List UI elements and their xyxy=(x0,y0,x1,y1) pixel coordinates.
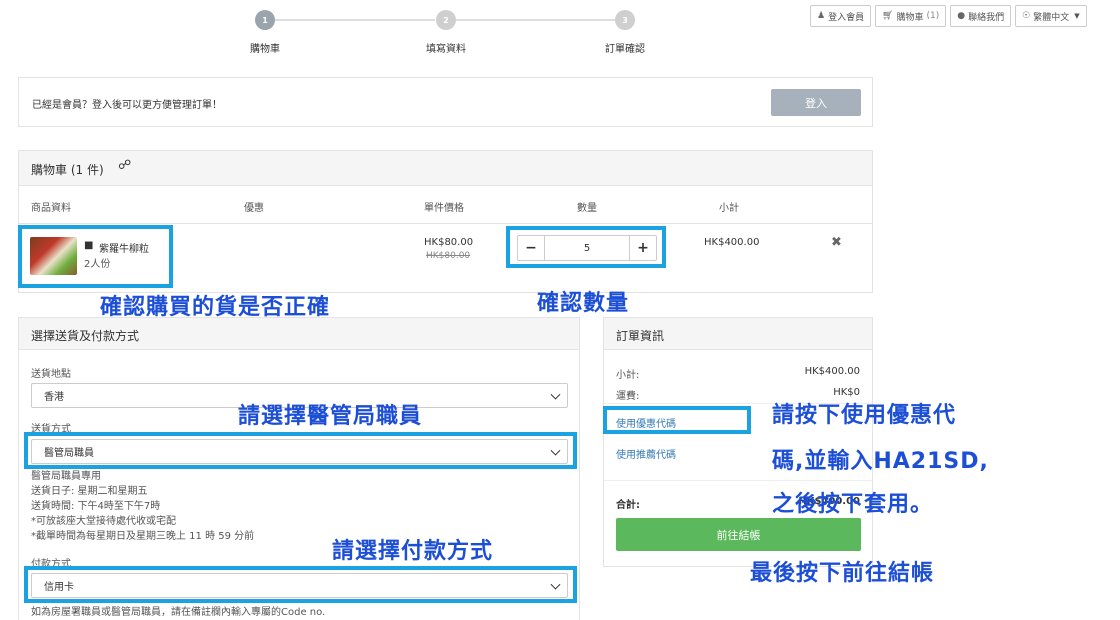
annotation-check-quantity: 確認數量 xyxy=(537,291,630,316)
share-icon[interactable]: ☍ xyxy=(118,158,131,173)
highlight-product xyxy=(18,225,173,288)
caret-down-icon: ▼ xyxy=(1074,12,1080,20)
cart-count: (1) xyxy=(926,11,940,21)
login-member-button[interactable]: ♟ 登入會員 xyxy=(810,5,872,27)
delivery-note: *截單時間為每星期日及星期三晚上 11 時 59 分前 xyxy=(31,531,255,542)
delivery-title: 選擇送貨及付款方式 xyxy=(31,329,140,343)
order-subtotal-label: 小計: xyxy=(616,370,640,381)
step-connector xyxy=(275,19,435,21)
login-member-label: 登入會員 xyxy=(828,12,865,23)
divider xyxy=(604,480,872,481)
header-product: 商品資料 xyxy=(31,203,71,214)
chevron-down-icon xyxy=(550,389,561,400)
annotation-select-staff: 請選擇醫管局職員 xyxy=(238,404,423,429)
highlight-delivery-method xyxy=(24,432,577,469)
cart-header: 購物車 (1 件) ☍ xyxy=(19,151,872,186)
order-title: 訂單資訊 xyxy=(616,329,665,343)
annotation-coupon-line2: 碼,並輸入HA21SD, xyxy=(772,449,989,474)
annotation-select-payment: 請選擇付款方式 xyxy=(332,539,494,564)
cart-label: 購物車 xyxy=(896,12,924,23)
order-panel: 訂單資訊 小計: HK$400.00 運費: HK$0 使用優惠代碼 使用推薦代… xyxy=(603,317,873,567)
highlight-payment-method xyxy=(24,566,577,603)
remove-icon[interactable]: ✖ xyxy=(831,235,842,250)
step-1-label: 購物車 xyxy=(250,44,280,55)
cart-icon: 🛒︎ xyxy=(882,11,894,21)
header-discount: 優惠 xyxy=(244,203,264,214)
header-unit-price: 單件價格 xyxy=(424,203,464,214)
order-subtotal-value: HK$400.00 xyxy=(804,366,860,377)
delivery-note: 送貨日子: 星期二和星期五 xyxy=(31,486,148,497)
cart-title: 購物車 (1 件) xyxy=(31,163,104,177)
item-subtotal: HK$400.00 xyxy=(704,237,760,248)
delivery-note: 醫管局職員專用 xyxy=(31,471,101,482)
user-icon: ♟ xyxy=(817,11,826,21)
contact-button[interactable]: ● 聯絡我們 xyxy=(950,5,1012,27)
login-button[interactable]: 登入 xyxy=(771,89,861,116)
header-subtotal: 小計 xyxy=(719,203,739,214)
use-referral-link[interactable]: 使用推薦代碼 xyxy=(616,446,676,461)
delivery-notes: 醫管局職員專用 送貨日子: 星期二和星期五 送貨時間: 下午4時至下午7時 *可… xyxy=(31,469,254,544)
highlight-quantity xyxy=(506,226,666,268)
order-header: 訂單資訊 xyxy=(604,318,872,350)
checkout-button[interactable]: 前往結帳 xyxy=(616,518,861,551)
cart-button[interactable]: 🛒︎ 購物車 (1) xyxy=(875,5,947,27)
divider xyxy=(19,223,872,224)
language-label: 繁體中文 xyxy=(1033,12,1070,23)
annotation-coupon-line3: 之後按下套用。 xyxy=(772,492,934,517)
contact-label: 聯絡我們 xyxy=(968,12,1005,23)
shipping-label: 運費: xyxy=(616,391,640,402)
step-connector xyxy=(455,19,615,21)
step-2-label: 填寫資料 xyxy=(426,44,466,55)
top-nav: ♟ 登入會員 🛒︎ 購物車 (1) ● 聯絡我們 ☉ 繁體中文 ▼ xyxy=(810,5,1087,27)
language-button[interactable]: ☉ 繁體中文 ▼ xyxy=(1015,5,1087,27)
member-prompt: 已經是會員？登入後可以更方便管理訂單！ xyxy=(32,100,222,111)
step-1-circle: 1 xyxy=(255,10,275,30)
delivery-note: 送貨時間: 下午4時至下午7時 xyxy=(31,501,161,512)
member-login-panel: 已經是會員？登入後可以更方便管理訂單！ 登入 xyxy=(18,77,873,127)
delivery-header: 選擇送貨及付款方式 xyxy=(19,318,579,350)
step-3-label: 訂單確認 xyxy=(605,44,645,55)
step-3-circle: 3 xyxy=(615,10,635,30)
header-quantity: 數量 xyxy=(577,203,597,214)
chat-icon: ● xyxy=(957,11,966,21)
payment-note: 如為房屋署職員或醫管局職員，請在備註欄內輸入專屬的Code no. xyxy=(31,607,326,618)
region-label: 送貨地點 xyxy=(31,369,71,380)
annotation-coupon-line1: 請按下使用優惠代 xyxy=(772,403,957,428)
product-original-price: HK$80.00 xyxy=(426,251,471,261)
annotation-check-goods: 確認購買的貨是否正確 xyxy=(100,295,331,320)
annotation-final: 最後按下前往結帳 xyxy=(750,561,935,586)
delivery-note: *可放該座大堂接待處代收或宅配 xyxy=(31,516,176,527)
globe-icon: ☉ xyxy=(1022,11,1031,21)
step-2-circle: 2 xyxy=(436,10,456,30)
region-value: 香港 xyxy=(44,392,64,403)
highlight-coupon xyxy=(603,406,751,434)
product-price: HK$80.00 xyxy=(424,237,474,248)
total-label: 合計: xyxy=(616,500,640,511)
